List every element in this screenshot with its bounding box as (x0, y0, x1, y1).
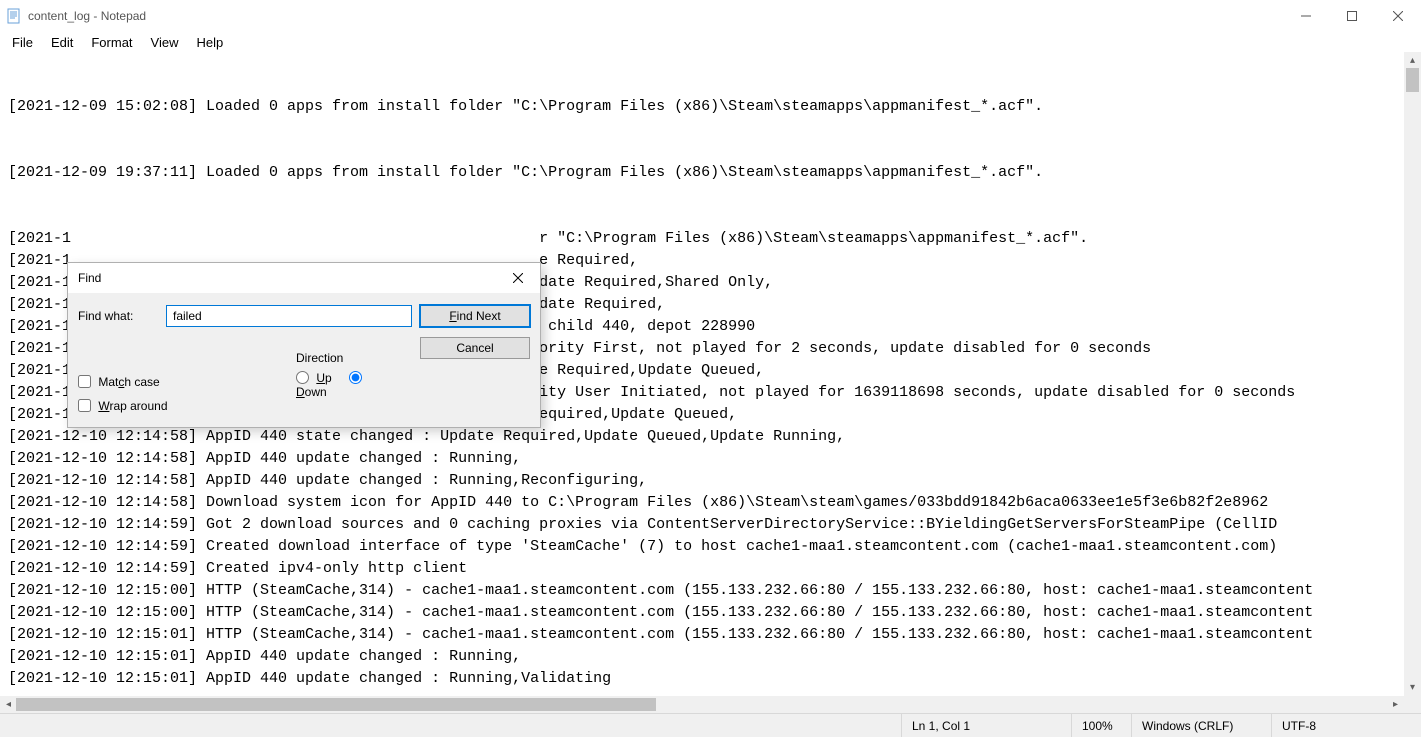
scroll-down-icon[interactable]: ▾ (1404, 679, 1421, 696)
status-line-ending: Windows (CRLF) (1131, 714, 1271, 737)
find-dialog-title-bar[interactable]: Find (68, 263, 540, 293)
status-bar: Ln 1, Col 1 100% Windows (CRLF) UTF-8 (0, 713, 1421, 737)
menu-help[interactable]: Help (188, 34, 231, 51)
title-bar: content_log - Notepad (0, 0, 1421, 32)
scroll-corner (1404, 696, 1421, 713)
menu-file[interactable]: File (4, 34, 41, 51)
minimize-button[interactable] (1283, 0, 1329, 32)
find-what-label: Find what: (78, 309, 158, 323)
find-what-input[interactable] (166, 305, 412, 327)
status-encoding: UTF-8 (1271, 714, 1421, 737)
horizontal-scroll-thumb[interactable] (16, 698, 656, 711)
close-button[interactable] (1375, 0, 1421, 32)
find-wrap-around[interactable]: Wrap around (78, 399, 412, 413)
find-cancel-button[interactable]: Cancel (420, 337, 530, 359)
scroll-right-icon[interactable]: ▸ (1387, 696, 1404, 713)
find-dialog-title: Find (78, 271, 101, 285)
scroll-left-icon[interactable]: ◂ (0, 696, 17, 713)
vertical-scrollbar[interactable]: ▴ ▾ (1404, 52, 1421, 696)
menu-view[interactable]: View (143, 34, 187, 51)
find-close-button[interactable] (496, 263, 540, 293)
menu-format[interactable]: Format (83, 34, 140, 51)
menu-bar: File Edit Format View Help (0, 32, 1421, 52)
maximize-button[interactable] (1329, 0, 1375, 32)
vertical-scroll-thumb[interactable] (1406, 68, 1419, 92)
find-match-case[interactable]: Match case (78, 375, 412, 389)
window-title: content_log - Notepad (28, 9, 146, 23)
scroll-up-icon[interactable]: ▴ (1404, 52, 1421, 69)
window-controls (1283, 0, 1421, 32)
find-next-button[interactable]: Find Next (420, 305, 530, 327)
horizontal-scrollbar[interactable]: ◂ ▸ (0, 696, 1404, 713)
notepad-icon (6, 8, 22, 24)
text-area-container: [2021-12-09 15:02:08] Loaded 0 apps from… (0, 52, 1421, 713)
menu-edit[interactable]: Edit (43, 34, 81, 51)
find-direction-label: Direction (296, 351, 412, 365)
find-dialog: Find Find what: Find Next Direction Up D… (67, 262, 541, 428)
status-cursor-position: Ln 1, Col 1 (901, 714, 1071, 737)
status-zoom: 100% (1071, 714, 1131, 737)
